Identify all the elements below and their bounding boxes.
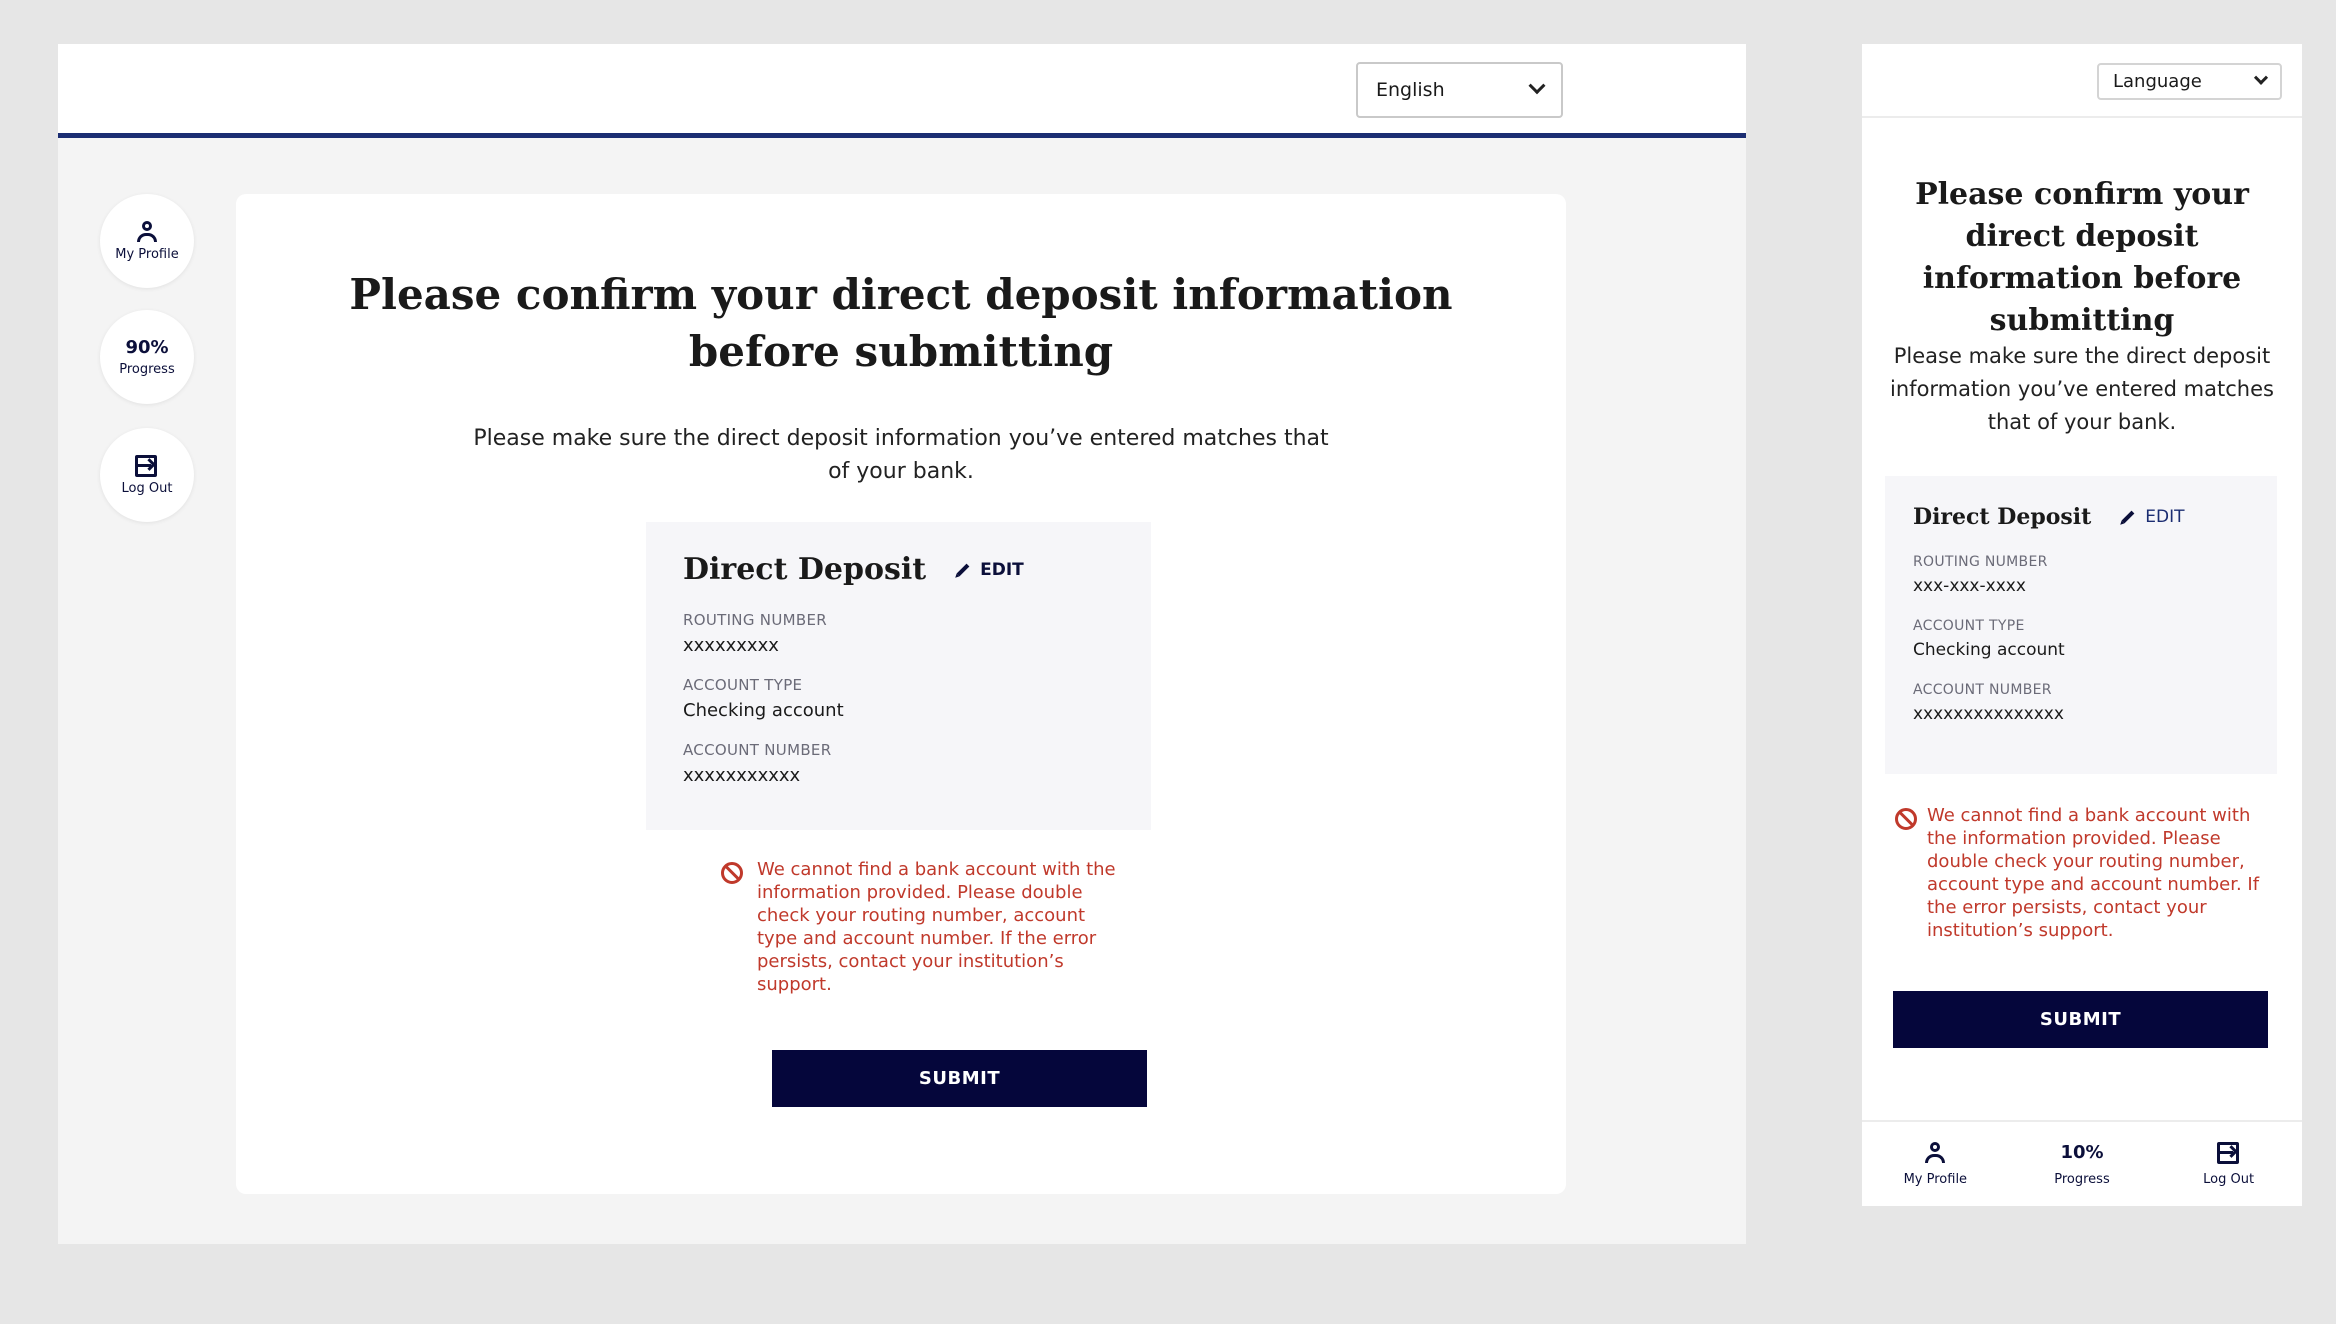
- confirm-card: Please confirm your direct deposit infor…: [236, 194, 1566, 1194]
- mobile-view: Language Please confirm your direct depo…: [1862, 44, 2302, 1206]
- error-icon: [721, 862, 743, 884]
- log-out-button[interactable]: Log Out: [100, 428, 194, 522]
- language-select[interactable]: English: [1356, 62, 1563, 118]
- mobile-submit-button[interactable]: SUBMIT: [1893, 991, 2268, 1048]
- top-bar: English: [58, 44, 1746, 138]
- mobile-top-bar: Language: [1862, 44, 2302, 118]
- direct-deposit-title: Direct Deposit: [683, 552, 927, 587]
- edit-label: EDIT: [980, 559, 1024, 580]
- page-title: Please confirm your direct deposit infor…: [349, 270, 1453, 376]
- routing-number-value: xxxxxxxxx: [683, 635, 779, 656]
- mobile-intro-text: Please make sure the direct deposit info…: [1890, 344, 2274, 434]
- edit-button[interactable]: EDIT: [956, 560, 1024, 580]
- direct-deposit-header: Direct Deposit EDIT: [683, 552, 1114, 587]
- account-number-label: ACCOUNT NUMBER: [683, 741, 832, 759]
- mobile-account-type-value: Checking account: [1913, 640, 2065, 660]
- nav-progress-value: 10%: [2060, 1141, 2104, 1163]
- my-profile-button[interactable]: My Profile: [100, 194, 194, 288]
- log-out-icon: [135, 454, 159, 477]
- mobile-account-type-label: ACCOUNT TYPE: [1913, 618, 2025, 634]
- language-select-value: English: [1376, 79, 1445, 101]
- mobile-error-message: We cannot find a bank account with the i…: [1895, 804, 2280, 942]
- routing-number-label: ROUTING NUMBER: [683, 611, 827, 629]
- nav-log-out[interactable]: Log Out: [2174, 1141, 2284, 1187]
- nav-my-profile[interactable]: My Profile: [1880, 1141, 1990, 1187]
- intro-text: Please make sure the direct deposit info…: [473, 426, 1329, 484]
- mobile-account-number-label: ACCOUNT NUMBER: [1913, 682, 2052, 698]
- mobile-language-select-value: Language: [2113, 71, 2202, 92]
- mobile-language-select[interactable]: Language: [2097, 63, 2282, 100]
- error-message: We cannot find a bank account with the i…: [721, 858, 1116, 996]
- mobile-direct-deposit-title: Direct Deposit: [1913, 504, 2092, 530]
- log-out-label: Log Out: [121, 480, 173, 496]
- mobile-routing-number-label: ROUTING NUMBER: [1913, 554, 2048, 570]
- mobile-routing-number-value: xxx-xxx-xxxx: [1913, 576, 2026, 596]
- mobile-account-number-value: xxxxxxxxxxxxxxx: [1913, 704, 2064, 724]
- log-out-icon: [2216, 1141, 2241, 1164]
- bottom-nav: My Profile 10% Progress Log Out: [1862, 1120, 2302, 1206]
- nav-progress[interactable]: 10% Progress: [2027, 1142, 2137, 1187]
- submit-button[interactable]: SUBMIT: [772, 1050, 1147, 1107]
- pencil-icon: [2121, 510, 2135, 524]
- mobile-error-text: We cannot find a bank account with the i…: [1927, 805, 2260, 941]
- account-type-label: ACCOUNT TYPE: [683, 676, 803, 694]
- mobile-direct-deposit-panel: Direct Deposit EDIT ROUTING NUMBER xxx-x…: [1885, 476, 2277, 774]
- nav-my-profile-label: My Profile: [1903, 1171, 1968, 1187]
- progress-value: 90%: [125, 337, 169, 358]
- desktop-view: English My Profile 90% Progress Log Out …: [58, 44, 1746, 1244]
- chevron-down-icon: [2253, 70, 2269, 85]
- my-profile-label: My Profile: [115, 246, 179, 262]
- pencil-icon: [956, 563, 970, 576]
- error-text: We cannot find a bank account with the i…: [757, 859, 1116, 995]
- progress-label: Progress: [119, 362, 175, 377]
- user-icon: [1924, 1141, 1946, 1164]
- nav-progress-label: Progress: [2054, 1171, 2110, 1187]
- mobile-direct-deposit-header: Direct Deposit EDIT: [1913, 504, 2249, 530]
- chevron-down-icon: [1528, 77, 1546, 95]
- error-icon: [1895, 808, 1917, 830]
- mobile-edit-button[interactable]: EDIT: [2121, 507, 2185, 527]
- mobile-edit-label: EDIT: [2145, 507, 2185, 527]
- account-number-value: xxxxxxxxxxx: [683, 765, 801, 786]
- mobile-page-title: Please confirm your direct deposit infor…: [1915, 177, 2249, 338]
- nav-log-out-label: Log Out: [2203, 1171, 2255, 1187]
- progress-button[interactable]: 90% Progress: [100, 310, 194, 404]
- user-icon: [136, 220, 158, 243]
- account-type-value: Checking account: [683, 700, 844, 721]
- direct-deposit-panel: Direct Deposit EDIT ROUTING NUMBER xxxxx…: [646, 522, 1151, 830]
